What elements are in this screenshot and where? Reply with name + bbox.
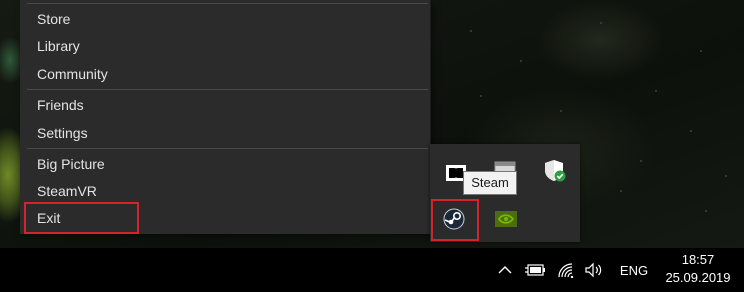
steam-context-menu: Store Library Community Friends Settings… [20, 0, 431, 234]
volume-icon[interactable] [582, 248, 606, 292]
menu-item-store[interactable]: Store [20, 6, 430, 32]
menu-separator [27, 148, 428, 149]
menu-separator [27, 3, 428, 4]
wifi-icon[interactable] [554, 248, 578, 292]
menu-item-community[interactable]: Community [20, 61, 430, 87]
taskbar: ENG 18:57 25.09.2019 [0, 248, 744, 292]
menu-item-friends[interactable]: Friends [20, 92, 430, 118]
menu-item-settings[interactable]: Settings [20, 120, 430, 146]
steam-tooltip: Steam [463, 171, 517, 195]
menu-item-library[interactable]: Library [20, 33, 430, 59]
battery-icon[interactable] [522, 248, 548, 292]
menu-item-big-picture[interactable]: Big Picture [20, 151, 430, 177]
clock-time: 18:57 [681, 252, 715, 267]
menu-item-steamvr[interactable]: SteamVR [20, 178, 430, 204]
desktop-screen: Store Library Community Friends Settings… [0, 0, 744, 292]
windows-security-icon[interactable] [542, 158, 568, 184]
nvidia-icon[interactable] [493, 206, 519, 232]
menu-separator [27, 89, 428, 90]
clock-date: 25.09.2019 [665, 270, 731, 285]
taskbar-clock[interactable]: 18:57 25.09.2019 [658, 251, 738, 287]
language-indicator[interactable]: ENG [614, 248, 654, 292]
show-hidden-icons-chevron-icon[interactable] [494, 248, 516, 292]
menu-item-exit[interactable]: Exit [20, 205, 430, 231]
steam-icon[interactable] [441, 206, 467, 232]
